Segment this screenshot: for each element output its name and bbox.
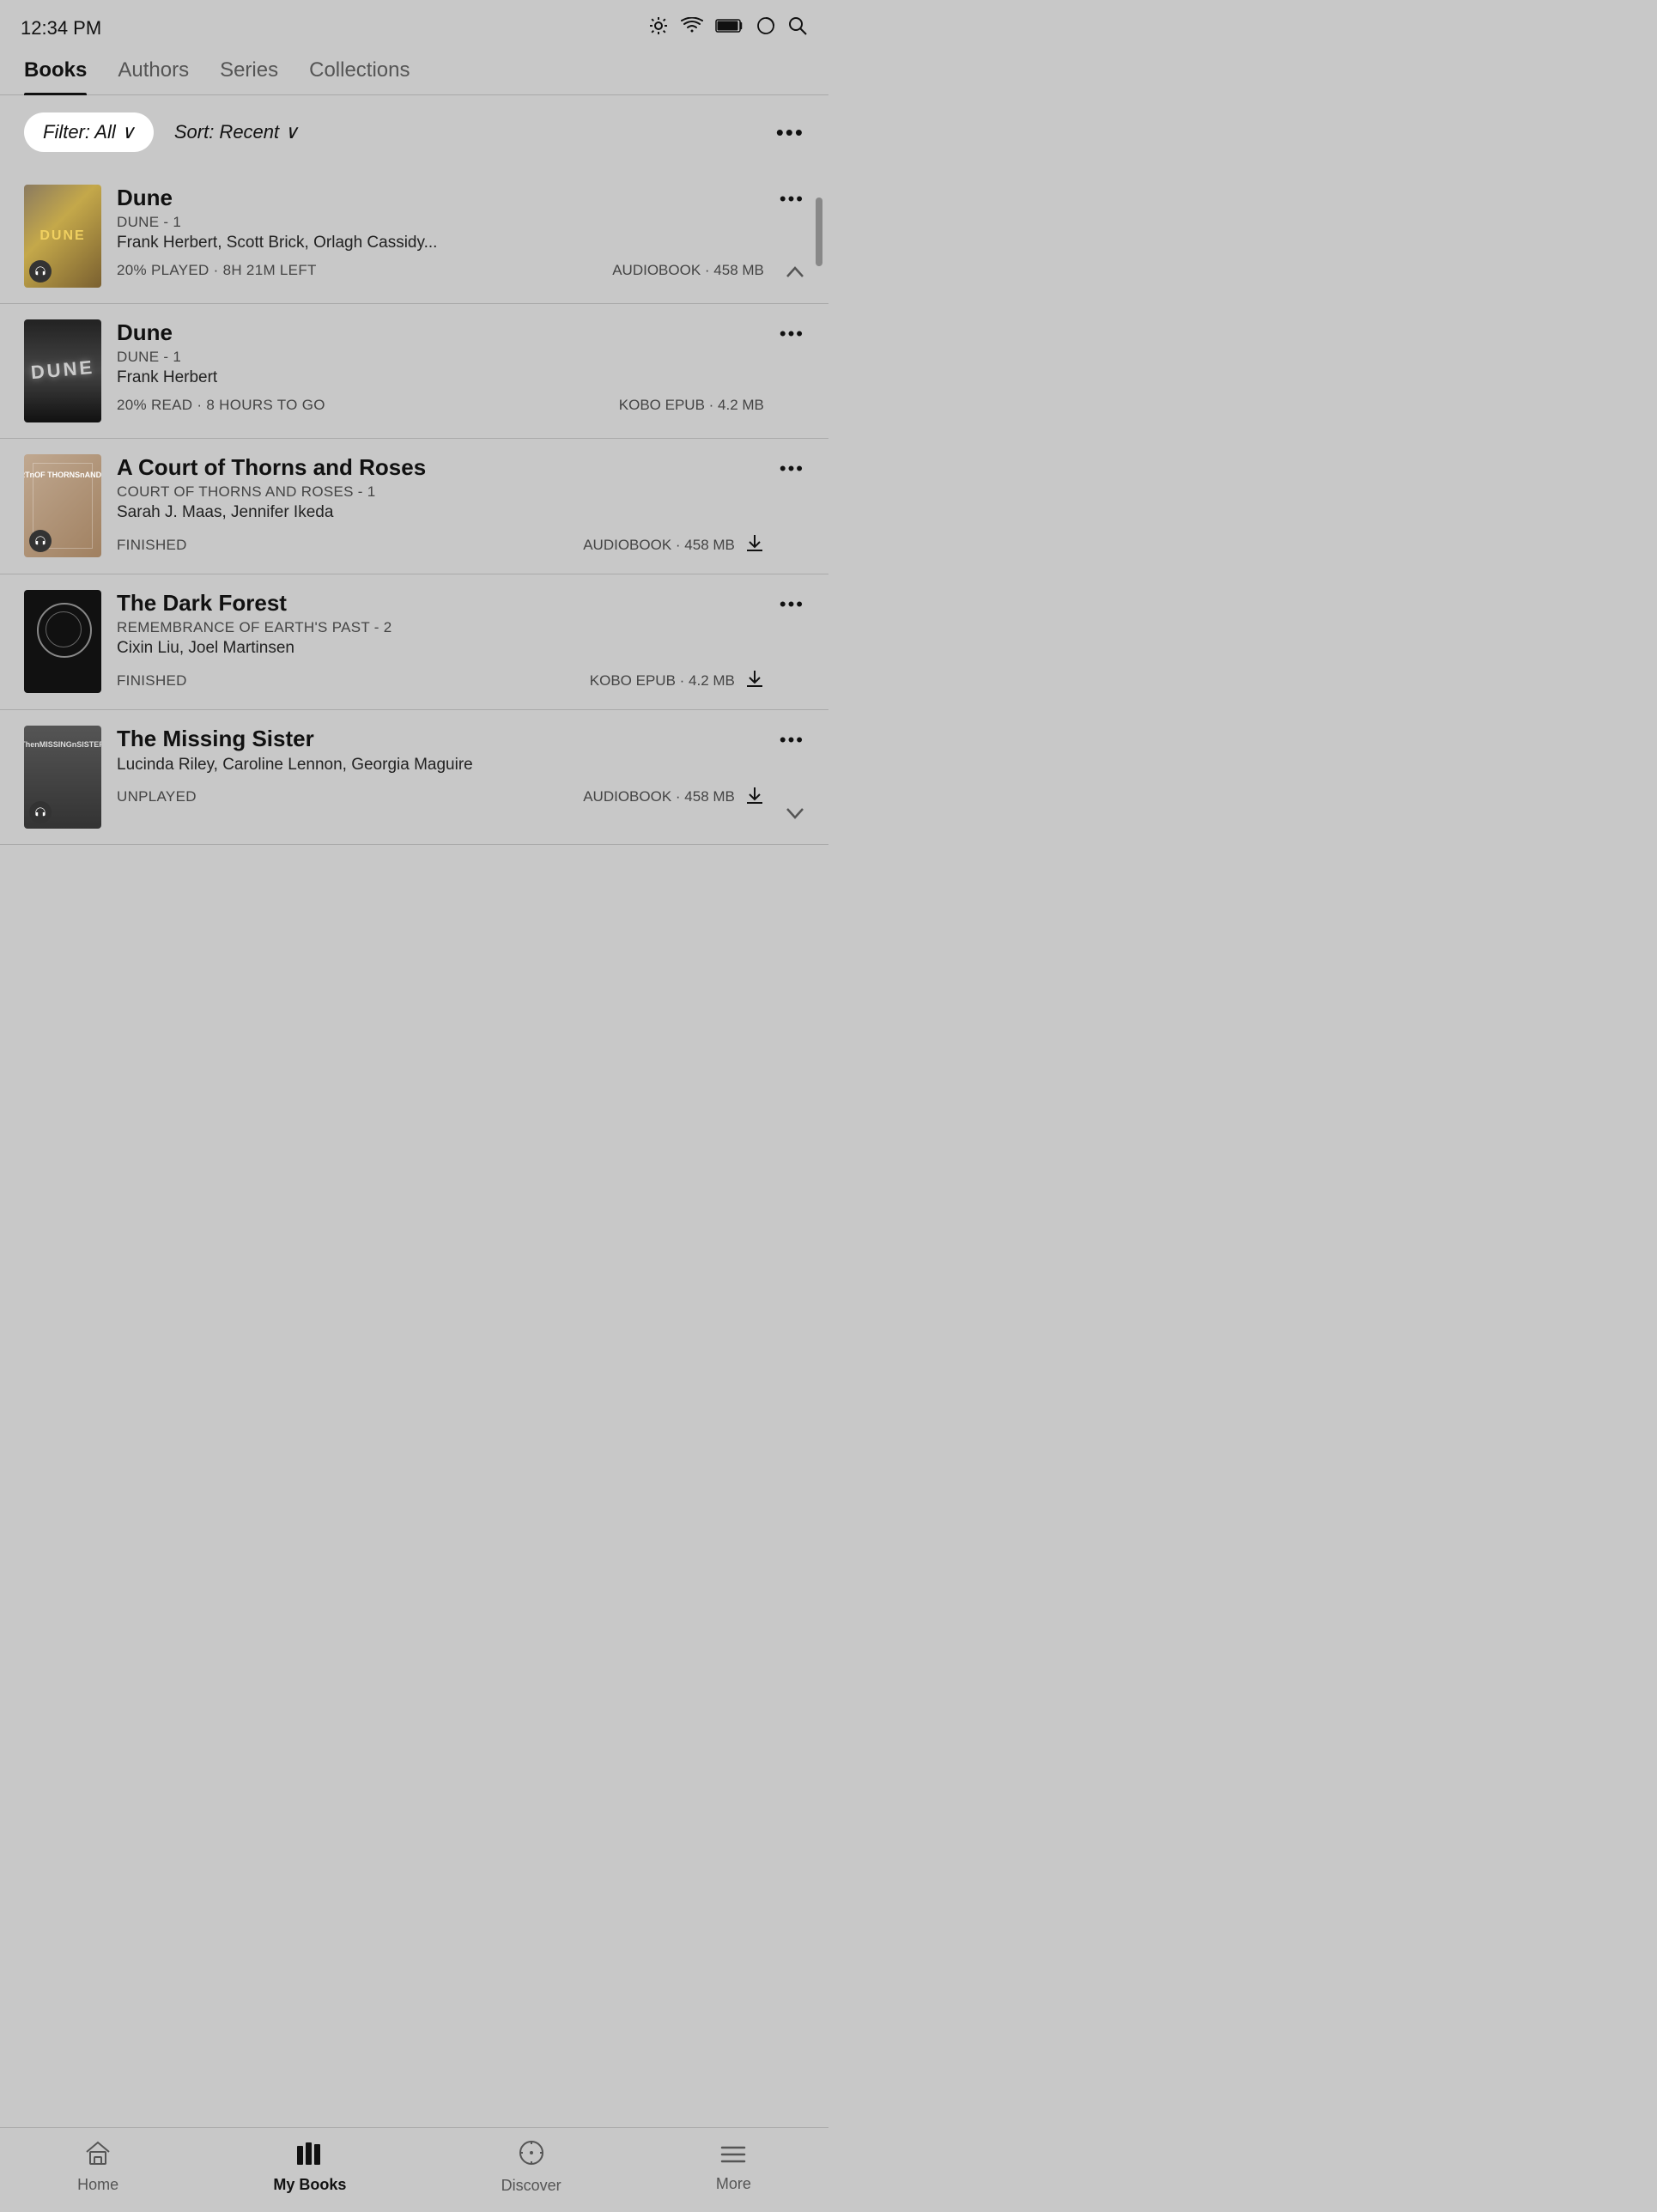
book-author: Lucinda Riley, Caroline Lennon, Georgia … (117, 756, 764, 775)
nav-tabs: Books Authors Series Collections (0, 50, 828, 95)
book-author: Frank Herbert, Scott Brick, Orlagh Cassi… (117, 234, 764, 252)
scrollbar-track[interactable] (813, 189, 825, 951)
book-author: Frank Herbert (117, 368, 764, 387)
book-actions: ••• (780, 319, 804, 422)
book-cover[interactable] (24, 319, 101, 422)
book-actions: ••• (780, 454, 804, 558)
filter-button[interactable]: Filter: All ∨ (24, 112, 154, 152)
download-icon[interactable] (745, 667, 764, 694)
book-actions: ••• (780, 590, 804, 694)
tab-books[interactable]: Books (24, 50, 87, 94)
book-info: The Missing Sister Lucinda Riley, Caroli… (117, 726, 764, 829)
nav-label-home: Home (77, 2176, 118, 2194)
nav-label-more: More (716, 2175, 751, 2193)
headphone-badge (29, 530, 52, 552)
tab-authors[interactable]: Authors (118, 50, 189, 94)
list-item: Dune DUNE - 1 Frank Herbert 20% READ · 8… (0, 304, 828, 439)
book-meta: 20% READ · 8 HOURS TO GO KOBO EPUB · 4.2… (117, 397, 764, 414)
list-item: The Dark Forest REMEMBRANCE OF EARTH'S P… (0, 574, 828, 710)
book-info: Dune DUNE - 1 Frank Herbert 20% READ · 8… (117, 319, 764, 422)
books-icon (295, 2141, 325, 2171)
book-status: UNPLAYED (117, 788, 197, 805)
main-content: Filter: All ∨ Sort: Recent ∨ ••• Dune (0, 95, 828, 931)
list-item: Dune DUNE - 1 Frank Herbert, Scott Brick… (0, 169, 828, 304)
tab-collections[interactable]: Collections (309, 50, 410, 94)
book-series: DUNE - 1 (117, 214, 764, 231)
nav-item-discover[interactable]: Discover (501, 2140, 561, 2195)
home-icon (85, 2141, 111, 2171)
status-time: 12:34 PM (21, 17, 101, 40)
book-cover[interactable] (24, 590, 101, 693)
sort-button[interactable]: Sort: Recent ∨ (174, 121, 298, 143)
book-format: KOBO EPUB · 4.2 MB (590, 672, 735, 690)
book-title: Dune (117, 319, 764, 346)
book-series: COURT OF THORNS AND ROSES - 1 (117, 483, 764, 501)
book-author: Sarah J. Maas, Jennifer Ikeda (117, 503, 764, 522)
chevron-up-icon[interactable] (786, 262, 804, 284)
book-title: A Court of Thorns and Roses (117, 454, 764, 481)
book-status: FINISHED (117, 672, 187, 690)
download-icon[interactable] (745, 532, 764, 558)
brightness-icon (648, 15, 669, 41)
three-dots-icon: ••• (776, 119, 804, 145)
nav-item-more[interactable]: More (716, 2142, 751, 2193)
search-icon[interactable] (787, 15, 808, 41)
book-meta: FINISHED AUDIOBOOK · 458 MB (117, 532, 764, 558)
nav-item-home[interactable]: Home (77, 2141, 118, 2194)
three-dots-icon[interactable]: ••• (780, 323, 804, 345)
filter-bar: Filter: All ∨ Sort: Recent ∨ ••• (0, 95, 828, 169)
status-bar: 12:34 PM (0, 0, 828, 50)
book-title: The Missing Sister (117, 726, 764, 752)
book-meta: UNPLAYED AUDIOBOOK · 458 MB (117, 784, 764, 811)
book-format: KOBO EPUB · 4.2 MB (619, 397, 764, 414)
book-series: DUNE - 1 (117, 349, 764, 366)
book-status: FINISHED (117, 537, 187, 554)
book-series: REMEMBRANCE OF EARTH'S PAST - 2 (117, 619, 764, 636)
book-status: 20% PLAYED · 8H 21M LEFT (117, 262, 317, 279)
book-meta: 20% PLAYED · 8H 21M LEFT AUDIOBOOK · 458… (117, 262, 764, 279)
tab-series[interactable]: Series (220, 50, 278, 94)
sync-icon (756, 16, 775, 40)
book-format: AUDIOBOOK · 458 MB (583, 788, 735, 805)
scrollbar-thumb[interactable] (816, 198, 822, 266)
chevron-down-icon: ∨ (284, 121, 298, 143)
three-dots-icon[interactable]: ••• (780, 458, 804, 480)
book-status: 20% READ · 8 HOURS TO GO (117, 397, 325, 414)
list-item: A Court of Thorns and Roses COURT OF THO… (0, 439, 828, 574)
discover-icon (519, 2140, 544, 2172)
book-actions: ••• (780, 185, 804, 288)
three-dots-icon[interactable]: ••• (780, 729, 804, 751)
three-dots-icon[interactable]: ••• (780, 593, 804, 616)
battery-icon (715, 18, 744, 39)
chevron-down-icon[interactable] (786, 803, 804, 825)
nav-label-discover: Discover (501, 2177, 561, 2195)
book-format: AUDIOBOOK · 458 MB (612, 262, 764, 279)
nav-label-mybooks: My Books (273, 2176, 346, 2194)
book-cover[interactable] (24, 454, 101, 557)
wifi-icon (681, 17, 703, 40)
nav-item-mybooks[interactable]: My Books (273, 2141, 346, 2194)
book-format: AUDIOBOOK · 458 MB (583, 537, 735, 554)
bottom-nav: Home My Books Discover (0, 2127, 828, 2212)
download-icon[interactable] (745, 784, 764, 811)
status-icons (648, 15, 808, 41)
book-title: Dune (117, 185, 764, 211)
headphone-badge (29, 801, 52, 823)
book-info: The Dark Forest REMEMBRANCE OF EARTH'S P… (117, 590, 764, 694)
book-info: A Court of Thorns and Roses COURT OF THO… (117, 454, 764, 558)
book-author: Cixin Liu, Joel Martinsen (117, 639, 764, 658)
book-title: The Dark Forest (117, 590, 764, 617)
book-meta: FINISHED KOBO EPUB · 4.2 MB (117, 667, 764, 694)
book-cover[interactable] (24, 185, 101, 288)
more-icon (720, 2142, 746, 2170)
chevron-down-icon: ∨ (121, 121, 135, 143)
book-info: Dune DUNE - 1 Frank Herbert, Scott Brick… (117, 185, 764, 288)
more-options-button[interactable]: ••• (776, 119, 804, 146)
book-list: Dune DUNE - 1 Frank Herbert, Scott Brick… (0, 169, 828, 845)
book-cover[interactable] (24, 726, 101, 829)
list-item: The Missing Sister Lucinda Riley, Caroli… (0, 710, 828, 845)
book-actions: ••• (780, 726, 804, 829)
headphone-badge (29, 260, 52, 283)
three-dots-icon[interactable]: ••• (780, 188, 804, 210)
